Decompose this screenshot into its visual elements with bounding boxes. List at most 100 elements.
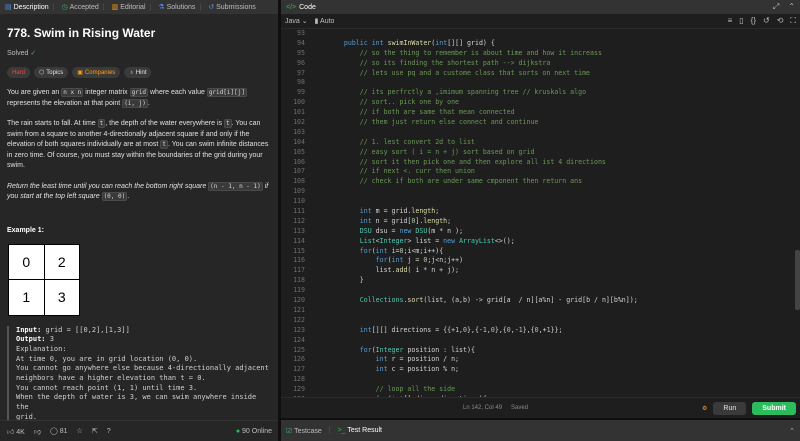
line-number: 119 (293, 286, 305, 295)
braces-icon[interactable]: {} (751, 16, 756, 26)
code-line[interactable]: 124 (281, 336, 791, 346)
help-button[interactable]: ? (107, 428, 111, 435)
tab-description[interactable]: ▤ Description | (3, 3, 56, 12)
lock-icon: ▣ (77, 70, 83, 76)
tab-submissions[interactable]: ↺ Submissions (206, 3, 258, 12)
code-line[interactable]: 125 for(Integer position : list){ (281, 346, 791, 356)
line-number: 105 (293, 147, 305, 156)
debug-icon[interactable]: ⚙ (702, 405, 707, 412)
favorite-button[interactable]: ☆ (77, 427, 83, 435)
code-line[interactable]: 105 // easy sort ( i = n + j) sort based… (281, 148, 791, 158)
code-line[interactable]: 109 (281, 187, 791, 197)
tab-test-result[interactable]: >_ Test Result (338, 427, 382, 434)
code-line[interactable]: 127 int c = position % n; (281, 365, 791, 375)
code-line[interactable]: 121 (281, 306, 791, 316)
editor-scrollbar[interactable] (795, 250, 800, 310)
code-line[interactable]: 100 // sort.. pick one by one (281, 98, 791, 108)
code-line[interactable]: 111 int m = grid.length; (281, 207, 791, 217)
code-line[interactable]: 104 // 1. lest convert 2d to list (281, 138, 791, 148)
line-number: 107 (293, 167, 305, 176)
code-text: for(int i=0;i<m;i++){ (359, 246, 444, 255)
topics-badge[interactable]: ⬡ Topics (34, 67, 69, 78)
code-line[interactable]: 108 // check if both are under same cmpo… (281, 177, 791, 187)
code-line[interactable]: 129 // loop all the side (281, 385, 791, 395)
code-line[interactable]: 103 (281, 128, 791, 138)
code-line[interactable]: 112 int n = grid[0].length; (281, 217, 791, 227)
code-text: for(Integer position : list){ (359, 345, 475, 354)
code-text: // loop all the side (375, 385, 456, 394)
hint-badge[interactable]: ♁ Hint (124, 67, 152, 78)
code-line[interactable]: 102 // them just return else connect and… (281, 118, 791, 128)
line-number: 113 (293, 226, 305, 235)
line-number: 97 (297, 68, 305, 77)
code-line[interactable]: 117 list.add( i * n + j); (281, 266, 791, 276)
clock-icon: ◷ (61, 4, 68, 11)
companies-badge[interactable]: ▣ Companies (72, 67, 121, 78)
code-line[interactable]: 95 // so the thing to remember is about … (281, 49, 791, 59)
line-number: 96 (297, 58, 305, 67)
autosave-indicator[interactable]: ▮ Auto (315, 17, 335, 25)
code-line[interactable]: 122 (281, 316, 791, 326)
code-text: // if next <. curr then union (359, 167, 475, 176)
tab-solutions[interactable]: ⚗ Solutions | (156, 3, 203, 12)
code-line[interactable]: 94 public int swimInWater(int[][] grid) … (281, 39, 791, 49)
code-text: Collections.sort(list, (a,b) -> grid[a /… (359, 296, 638, 305)
comments-button[interactable]: ◯ 81 (50, 427, 68, 435)
dislike-button[interactable]: 👎︎ (34, 427, 41, 436)
code-line[interactable]: 106 // sort it then pick one and then ex… (281, 158, 791, 168)
line-number: 118 (293, 276, 305, 285)
language-select[interactable]: Java ⌄ (285, 17, 308, 25)
code-line[interactable]: 123 int[][] directions = {{+1,0},{-1,0},… (281, 326, 791, 336)
expand-icon[interactable]: ⛶ (790, 16, 796, 26)
code-line[interactable]: 115 for(int i=0;i<m;i++){ (281, 247, 791, 257)
tab-testcase[interactable]: ☑ Testcase (286, 427, 322, 435)
code-line[interactable]: 116 for(int j = 0;j<n;j++) (281, 256, 791, 266)
code-line[interactable]: 101 // if both are same that mean connec… (281, 108, 791, 118)
code-text: // sort it then pick one and then explor… (359, 157, 606, 166)
bookmark-icon[interactable]: ▯ (739, 16, 743, 26)
code-line[interactable]: 128 (281, 375, 791, 385)
code-tab[interactable]: </> Code (286, 4, 316, 11)
problem-title[interactable]: 778. Swim in Rising Water (7, 25, 271, 41)
code-line[interactable]: 93 (281, 29, 791, 39)
list-icon[interactable]: ≡ (728, 16, 733, 26)
code-line[interactable]: 114 List<Integer> list = new ArrayList<>… (281, 237, 791, 247)
code-line[interactable]: 120 Collections.sort(list, (a,b) -> grid… (281, 296, 791, 306)
chevron-up-icon[interactable]: ⌃ (788, 2, 795, 12)
code-line[interactable]: 118 } (281, 276, 791, 286)
code-line[interactable]: 113 DSU dsu = new DSU(m * n ); (281, 227, 791, 237)
code-line[interactable]: 99 // its perfrctly a ,imimum spanning t… (281, 88, 791, 98)
code-line[interactable]: 97 // lets use pq and a custome class th… (281, 69, 791, 79)
run-button[interactable]: Run (713, 401, 747, 415)
line-number: 129 (293, 385, 305, 394)
example-grid-image: 0 2 1 3 (8, 243, 80, 316)
example-block: Input: grid = [[0,2],[1,3]] Output: 3 Ex… (7, 325, 271, 423)
line-number: 109 (293, 187, 305, 196)
code-line[interactable]: 126 int r = position / n; (281, 355, 791, 365)
desc-paragraph-1: You are given an n x n integer matrix gr… (7, 88, 247, 108)
submit-button[interactable]: Submit (752, 401, 796, 415)
code-text: int[][] directions = {{+1,0},{-1,0},{0,-… (359, 325, 563, 334)
code-editor[interactable]: 93 94 public int swimInWater(int[][] grid… (281, 29, 791, 397)
code-line[interactable]: 96 // so its finding the shortest path -… (281, 59, 791, 69)
line-number: 110 (293, 197, 305, 206)
grid-cell: 2 (44, 244, 79, 279)
code-line[interactable]: 119 (281, 286, 791, 296)
reset-icon[interactable]: ⟲ (777, 16, 784, 26)
maximize-icon[interactable]: ⤢ (773, 2, 779, 12)
code-text: public int swimInWater(int[][] grid) { (343, 38, 495, 47)
chevron-up-icon[interactable]: ⌃ (789, 427, 795, 435)
share-button[interactable]: ⇱ (92, 427, 98, 435)
difficulty-badge[interactable]: Hard (7, 67, 31, 78)
tab-accepted[interactable]: ◷ Accepted | (59, 3, 106, 12)
tab-editorial[interactable]: ▥ Editorial | (110, 3, 154, 12)
undo-icon[interactable]: ↺ (763, 16, 770, 26)
grid-cell: 0 (9, 244, 44, 279)
like-button[interactable]: 👍︎ 4K (7, 427, 25, 436)
code-line[interactable]: 107 // if next <. curr then union (281, 167, 791, 177)
code-line[interactable]: 110 (281, 197, 791, 207)
code-line[interactable]: 98 (281, 78, 791, 88)
